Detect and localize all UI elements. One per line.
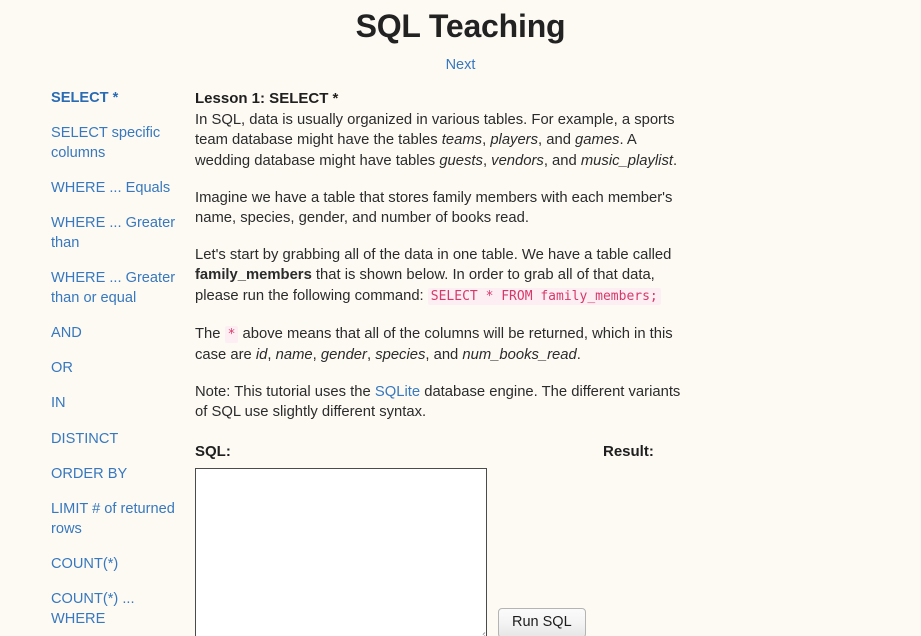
lesson-paragraph-1: In SQL, data is usually organized in var… [195, 110, 692, 171]
p4-sep-1: , [267, 347, 276, 364]
sidebar-item-select-specific[interactable]: SELECT specific columns [51, 124, 191, 163]
sql-textarea-wrapper [195, 467, 487, 636]
sidebar-item-select-star[interactable]: SELECT * [51, 89, 191, 109]
sql-input[interactable] [195, 467, 487, 636]
sqlite-link[interactable]: SQLite [375, 384, 420, 400]
page-layout: SELECT * SELECT specific columns WHERE .… [0, 89, 921, 636]
sql-runner-labels-row: SQL: Result: [195, 442, 891, 462]
sidebar-item-distinct[interactable]: DISTINCT [51, 430, 191, 450]
sidebar-item-order-by[interactable]: ORDER BY [51, 465, 191, 485]
p1-text-e: , [482, 152, 492, 169]
sql-command-snippet: SELECT * FROM family_members; [427, 287, 661, 305]
next-link-row: Next [0, 56, 921, 76]
run-sql-button[interactable]: Run SQL [498, 607, 586, 636]
sidebar-item-or[interactable]: OR [51, 359, 191, 379]
page-root: SQL Teaching Next SELECT * SELECT specif… [0, 7, 921, 636]
column-name-id: id [255, 347, 268, 364]
sidebar-item-in[interactable]: IN [51, 394, 191, 414]
table-name-guests: guests [439, 152, 483, 169]
column-name-name: name [275, 347, 313, 364]
table-name-vendors: vendors [491, 152, 544, 169]
result-label: Result: [603, 442, 654, 460]
p3-text-a: Let's start by grabbing all of the data … [195, 247, 672, 264]
sql-editor-row: Run SQL [195, 467, 891, 636]
p4-text-a: The [195, 325, 225, 342]
sql-label: SQL: [195, 442, 231, 460]
lesson-paragraph-5: Note: This tutorial uses the SQLite data… [195, 382, 692, 422]
sidebar-item-limit[interactable]: LIMIT # of returned rows [51, 500, 191, 539]
p4-sep-2: , [312, 347, 321, 364]
sidebar-item-where-greater-equal[interactable]: WHERE ... Greater than or equal [51, 269, 191, 308]
lesson-paragraph-4: The * above means that all of the column… [195, 324, 692, 365]
column-name-num-books-read: num_books_read [462, 347, 577, 364]
page-title: SQL Teaching [355, 8, 566, 44]
sidebar-item-count[interactable]: COUNT(*) [51, 555, 191, 575]
lesson-heading: Lesson 1: SELECT * [195, 89, 339, 107]
p1-text-c: , and [538, 132, 576, 149]
lesson-content: Lesson 1: SELECT * In SQL, data is usual… [195, 89, 921, 636]
lesson-paragraph-3: Let's start by grabbing all of the data … [195, 245, 692, 307]
table-name-family-members: family_members [195, 267, 312, 284]
table-name-teams: teams [441, 132, 483, 149]
sql-runner-area: SQL: Result: Run SQL [195, 442, 891, 636]
column-name-species: species [375, 347, 426, 364]
p4-text-end: . [576, 347, 581, 364]
sidebar-item-count-where[interactable]: COUNT(*) ... WHERE [51, 590, 191, 629]
p5-text-a: Note: This tutorial uses the [195, 384, 375, 401]
sidebar-item-and[interactable]: AND [51, 324, 191, 344]
sidebar-item-where-greater-than[interactable]: WHERE ... Greater than [51, 214, 191, 253]
lesson-sidebar: SELECT * SELECT specific columns WHERE .… [0, 89, 195, 636]
p4-sep-4: , and [425, 347, 463, 364]
column-name-gender: gender [320, 347, 367, 364]
p1-text-f: , and [543, 152, 581, 169]
asterisk-code-snippet: * [224, 325, 239, 343]
lesson-paragraph-2: Imagine we have a table that stores fami… [195, 189, 673, 227]
table-name-games: games [575, 132, 620, 149]
next-link[interactable]: Next [446, 57, 476, 73]
table-name-music-playlist: music_playlist [580, 152, 673, 169]
sidebar-item-where-equals[interactable]: WHERE ... Equals [51, 179, 191, 199]
result-output [603, 468, 723, 488]
p4-sep-3: , [366, 347, 376, 364]
table-name-players: players [490, 132, 539, 149]
p1-text-g: . [672, 152, 678, 169]
